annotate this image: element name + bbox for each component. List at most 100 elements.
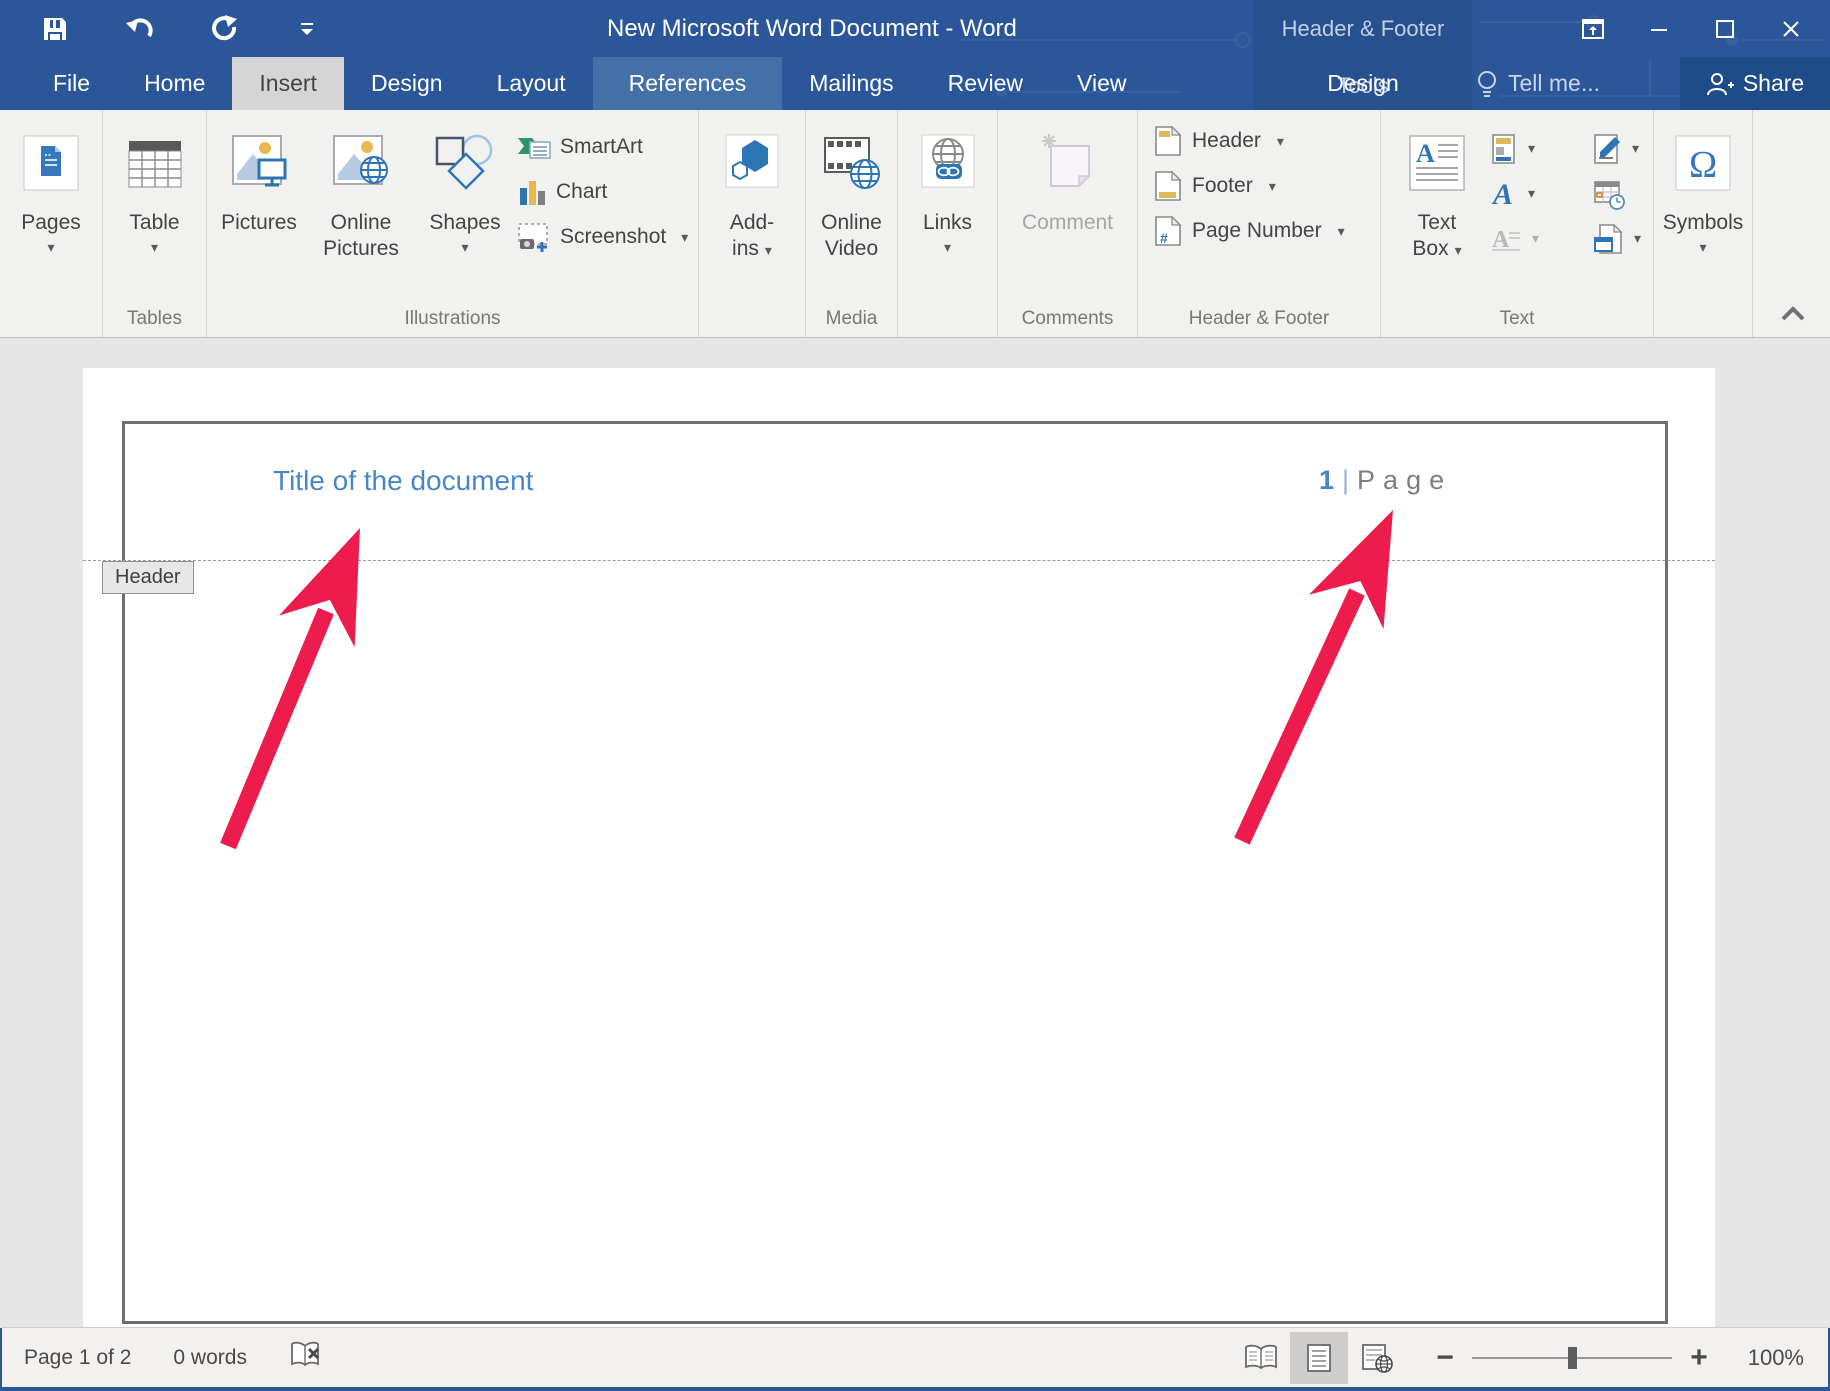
page-number-button[interactable]: # Page Number ▾ [1154, 214, 1380, 248]
group-label-pages [0, 307, 102, 337]
read-mode-button[interactable] [1232, 1332, 1290, 1384]
status-bar: Page 1 of 2 0 words − + [2, 1327, 1828, 1387]
window-title: New Microsoft Word Document - Word [607, 0, 1017, 57]
tab-file[interactable]: File [26, 57, 117, 110]
online-video-button[interactable]: Online Video [821, 116, 883, 262]
pictures-label: Pictures [221, 210, 297, 236]
comment-button[interactable]: Comment [1022, 116, 1113, 262]
footer-icon [1154, 170, 1182, 202]
zoom-slider-handle[interactable] [1568, 1347, 1577, 1369]
wordart-button[interactable]: A ▾ [1491, 179, 1593, 209]
tell-me-button[interactable]: Tell me... [1464, 57, 1612, 110]
tab-view[interactable]: View [1050, 57, 1153, 110]
save-button[interactable] [38, 12, 72, 46]
page-number-icon: # [1154, 215, 1182, 247]
ribbon-group-symbols: Ω Symbols ▾ [1654, 110, 1753, 337]
maximize-button[interactable] [1692, 0, 1758, 57]
pages-icon [23, 130, 79, 196]
document-canvas[interactable]: Header Title of the document 1|Page [0, 338, 1830, 1328]
close-button[interactable] [1758, 0, 1824, 57]
ribbon-group-comments: Comment Comments [998, 110, 1138, 337]
tab-mailings[interactable]: Mailings [782, 57, 920, 110]
contextual-tools-label: Header & Footer Tools [1254, 0, 1472, 57]
share-button[interactable]: Share [1680, 57, 1830, 110]
header-button[interactable]: Header ▾ [1154, 124, 1380, 158]
zoom-level[interactable]: 100% [1726, 1345, 1804, 1371]
dropdown-arrow-icon: ▾ [765, 242, 772, 258]
print-layout-icon [1305, 1343, 1333, 1373]
tab-design-contextual[interactable]: Design [1254, 57, 1472, 110]
object-icon [1593, 223, 1623, 255]
table-icon [126, 135, 184, 191]
print-layout-button[interactable] [1290, 1332, 1348, 1384]
minimize-icon [1648, 18, 1670, 40]
word-count-status[interactable]: 0 words [173, 1346, 247, 1370]
tab-references[interactable]: References [593, 57, 783, 110]
tab-home[interactable]: Home [117, 57, 232, 110]
zoom-in-button[interactable]: + [1686, 1341, 1712, 1375]
group-label-links [898, 307, 997, 337]
signature-line-icon [1593, 133, 1621, 165]
symbols-button[interactable]: Ω Symbols ▾ [1663, 116, 1744, 258]
dropdown-arrow-icon: ▾ [1277, 133, 1284, 150]
collapse-ribbon-button[interactable] [1780, 306, 1806, 327]
web-layout-icon [1361, 1343, 1393, 1373]
tab-design[interactable]: Design [344, 57, 470, 110]
addins-button[interactable]: Add- ins▾ [723, 116, 781, 263]
footer-button[interactable]: Footer ▾ [1154, 169, 1380, 203]
comment-label: Comment [1022, 210, 1113, 236]
smartart-icon [517, 133, 551, 161]
pages-button[interactable]: Pages ▾ [21, 116, 81, 258]
ribbon-group-tables: Table ▾ Tables [103, 110, 207, 337]
dropdown-arrow-icon: ▾ [1455, 242, 1462, 258]
ribbon-group-header-footer: Header ▾ Footer ▾ # Page Number ▾ Head [1138, 110, 1381, 337]
tab-layout[interactable]: Layout [470, 57, 593, 110]
page-count-status[interactable]: Page 1 of 2 [24, 1346, 131, 1370]
header-boundary-line [83, 560, 1715, 561]
addins-icon [723, 132, 781, 194]
minimize-button[interactable] [1626, 0, 1692, 57]
undo-icon [124, 16, 154, 42]
zoom-out-button[interactable]: − [1432, 1341, 1458, 1375]
online-pictures-button[interactable]: Online Pictures [303, 116, 419, 262]
page-border-box [122, 421, 1668, 1324]
group-label-illustrations: Illustrations [207, 307, 698, 337]
ribbon-group-pages: Pages ▾ [0, 110, 103, 337]
quick-parts-button[interactable]: ▾ [1491, 133, 1593, 165]
dropdown-arrow-icon: ▾ [1699, 236, 1706, 258]
undo-button[interactable] [122, 12, 156, 46]
shapes-button[interactable]: Shapes ▾ [419, 116, 511, 258]
ribbon-display-options-button[interactable] [1560, 0, 1626, 57]
online-video-icon [821, 132, 883, 194]
ribbon-group-illustrations: Pictures Online Pictures Shapes ▾ Sm [207, 110, 699, 337]
document-header-title[interactable]: Title of the document [273, 465, 533, 497]
wordart-icon: A [1491, 179, 1517, 209]
chart-button[interactable]: Chart [517, 175, 688, 209]
web-layout-button[interactable] [1348, 1332, 1406, 1384]
smartart-button[interactable]: SmartArt [517, 130, 688, 164]
pictures-button[interactable]: Pictures [215, 116, 303, 262]
table-button[interactable]: Table ▾ [126, 116, 184, 258]
tab-review[interactable]: Review [921, 57, 1050, 110]
links-button[interactable]: Links ▾ [919, 116, 977, 258]
zoom-control: − + 100% [1432, 1341, 1804, 1375]
page-number-field[interactable]: 1|Page [1319, 465, 1452, 496]
ribbon-group-media: Online Video Media [806, 110, 898, 337]
redo-button[interactable] [206, 12, 240, 46]
save-icon [42, 16, 68, 42]
addins-label2: ins▾ [732, 236, 772, 263]
word-window: 7 New Microsoft Word Document - Word Hea… [0, 0, 1830, 1391]
tab-insert[interactable]: Insert [232, 57, 344, 110]
page-number-word: Page [1357, 465, 1452, 495]
title-bar: 7 New Microsoft Word Document - Word Hea… [0, 0, 1830, 110]
screenshot-button[interactable]: Screenshot ▾ [517, 220, 688, 254]
window-controls [1560, 0, 1824, 57]
zoom-slider[interactable] [1472, 1347, 1672, 1369]
proofing-status[interactable] [289, 1340, 323, 1376]
text-box-button[interactable]: A Text Box▾ [1391, 116, 1483, 263]
customize-qat-button[interactable] [290, 12, 324, 46]
text-box-label2: Box▾ [1412, 236, 1461, 263]
dropdown-arrow-icon: ▾ [681, 229, 688, 246]
share-person-icon [1706, 71, 1734, 97]
drop-cap-button[interactable]: A ▾ [1491, 225, 1593, 253]
